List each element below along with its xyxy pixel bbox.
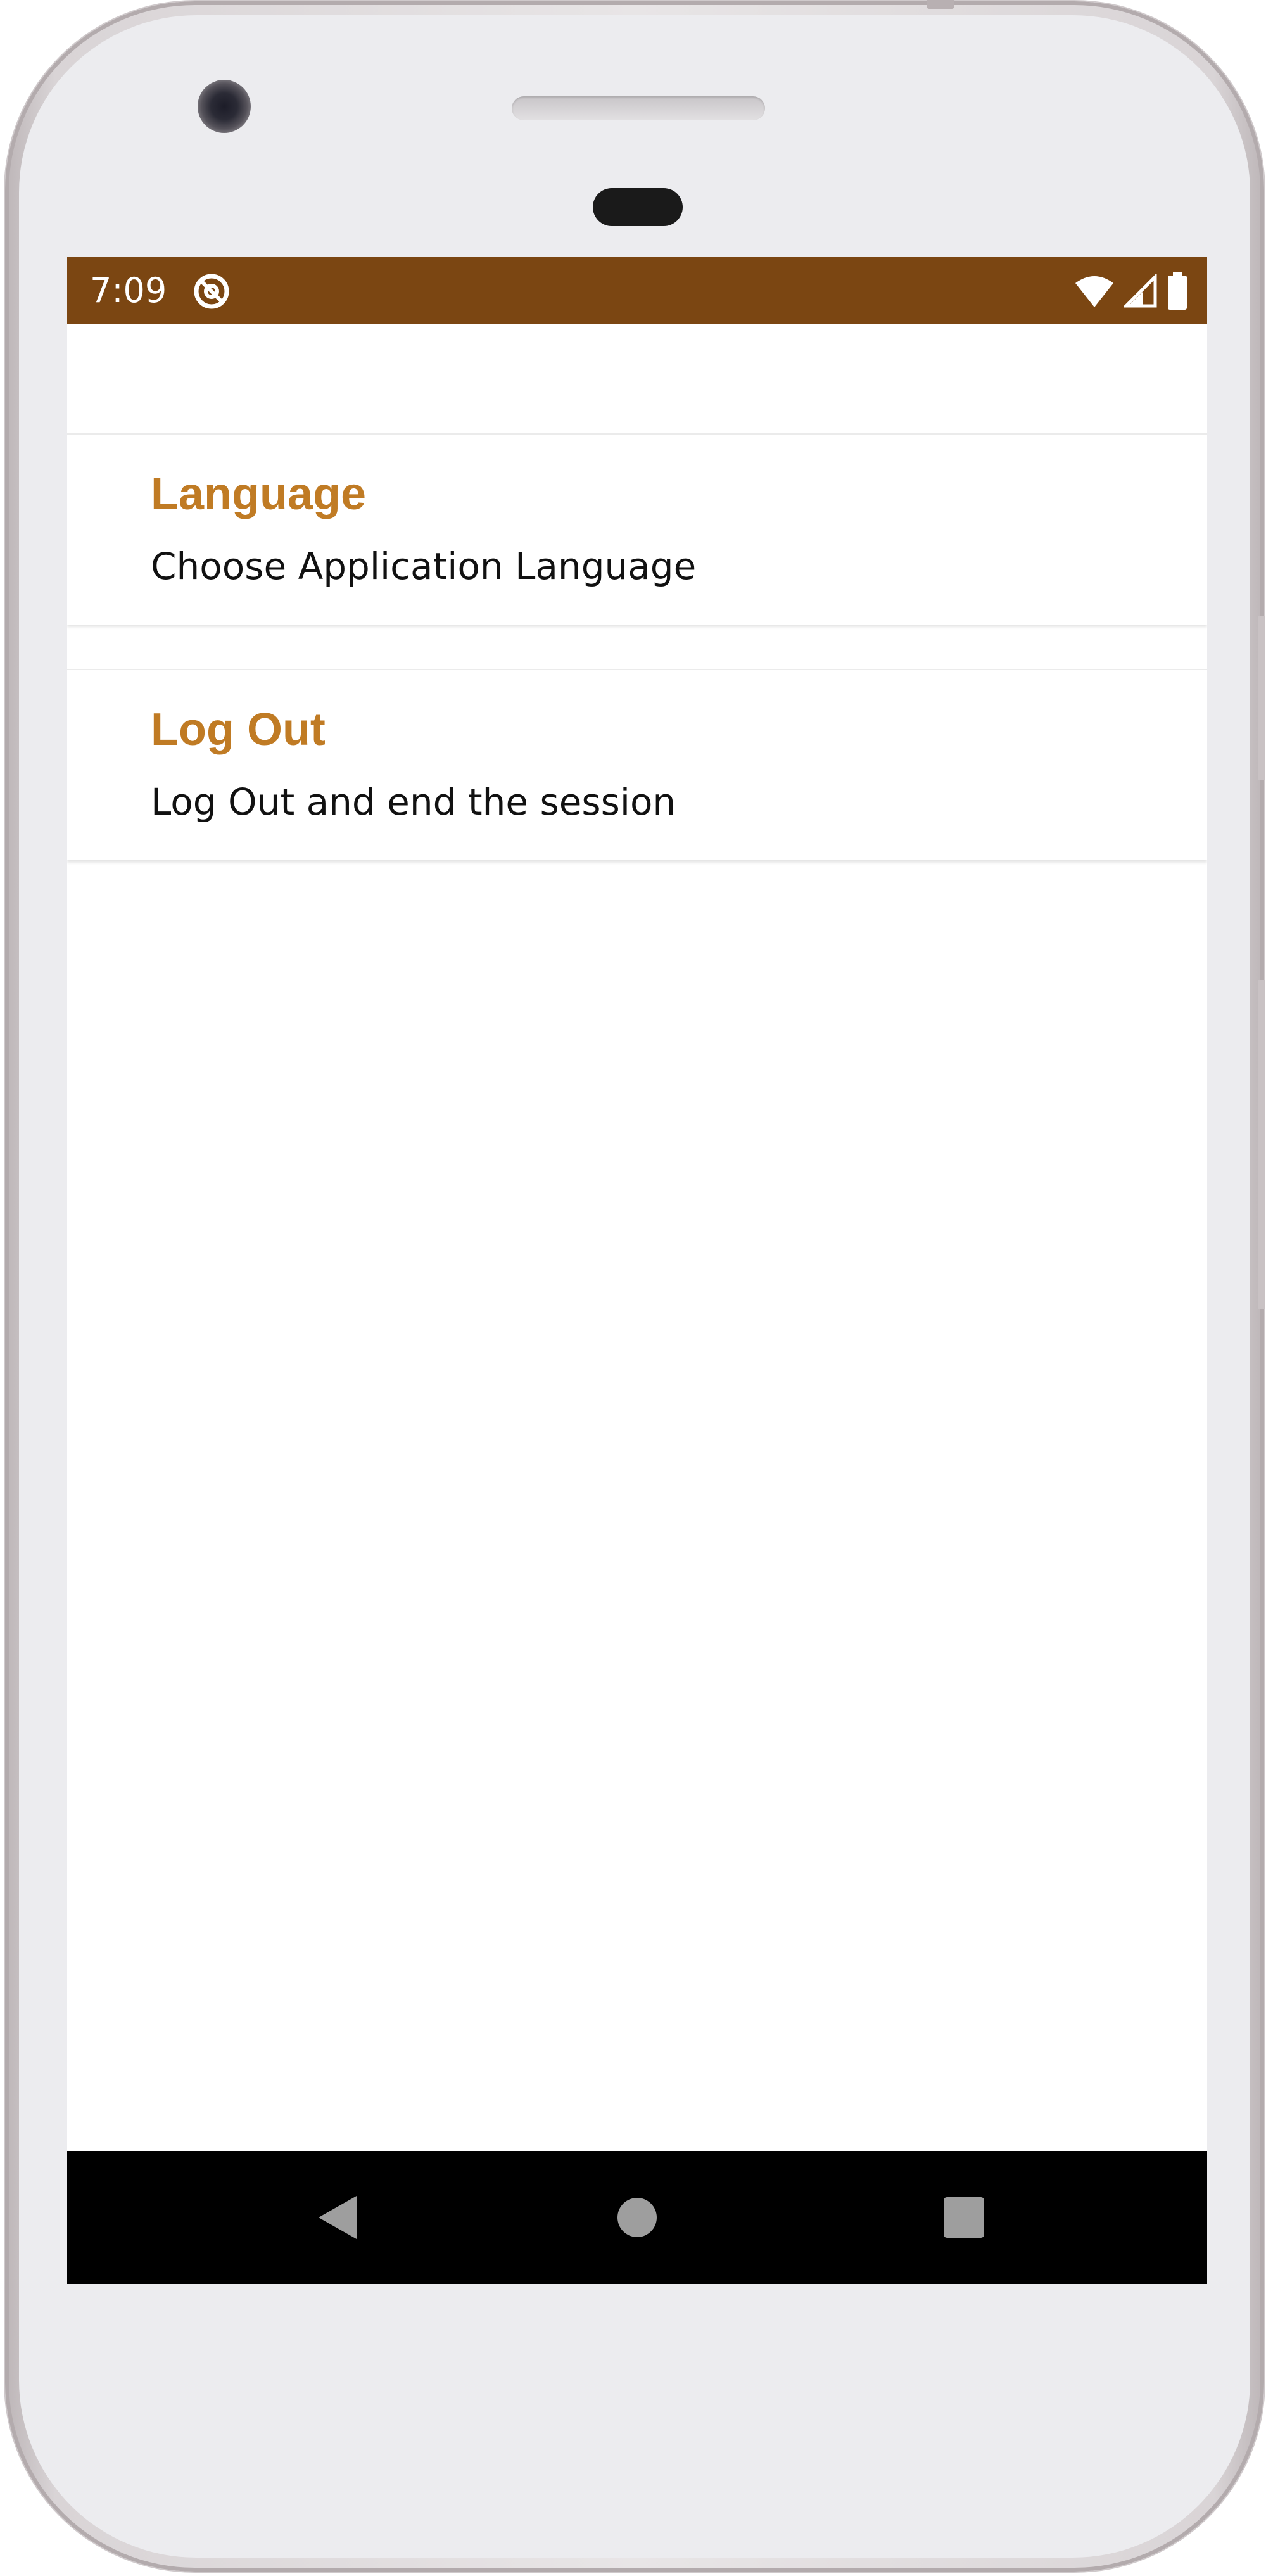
settings-content: Language Choose Application Language Log… [67,324,1207,2155]
settings-item-title: Language [151,469,367,519]
proximity-sensor [593,188,683,226]
battery-icon [1168,272,1187,310]
back-icon [319,2196,357,2239]
status-bar: 7:09 [67,257,1207,324]
wifi-icon [1075,276,1113,307]
front-camera [198,80,251,133]
app-notification-icon [194,274,229,309]
settings-item-title: Log Out [151,704,326,755]
navigation-bar [67,2151,1207,2284]
phone-frame: 7:09 Language Choose Application Languag… [5,0,1265,2572]
recents-icon [944,2197,984,2238]
home-icon [618,2198,657,2237]
settings-item-log-out[interactable]: Log Out Log Out and end the session [67,669,1207,860]
cell-signal-icon [1124,274,1157,308]
screen: 7:09 Language Choose Application Languag… [67,257,1207,2284]
side-button-upper [1258,616,1265,780]
settings-item-subtitle: Choose Application Language [151,545,697,588]
side-button-lower [1258,980,1265,1309]
status-time: 7:09 [90,270,167,310]
earpiece-speaker [512,96,765,120]
settings-item-subtitle: Log Out and end the session [151,780,676,823]
power-button-top [927,0,954,9]
home-button[interactable] [605,2186,669,2249]
status-icons [1074,271,1188,312]
settings-item-language[interactable]: Language Choose Application Language [67,433,1207,625]
recents-button[interactable] [932,2186,996,2249]
back-button[interactable] [307,2186,370,2249]
